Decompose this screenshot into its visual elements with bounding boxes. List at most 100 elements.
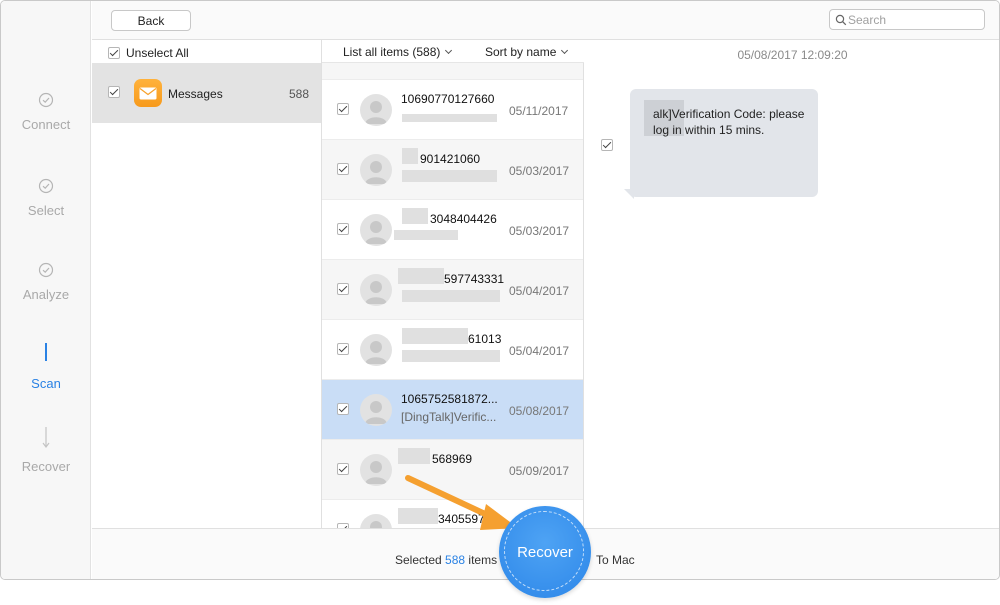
search-input[interactable]	[848, 12, 978, 27]
blurred-text	[402, 290, 500, 302]
blurred-text	[402, 328, 468, 344]
item-checkbox[interactable]	[337, 343, 349, 355]
blurred-text	[402, 350, 500, 362]
item-checkbox[interactable]	[337, 463, 349, 475]
step-label: Connect	[21, 117, 71, 132]
item-title: 1065752581872...	[401, 392, 498, 406]
filter-dropdown[interactable]: List all items (588)	[343, 45, 453, 59]
avatar	[360, 454, 392, 486]
person-icon	[365, 401, 387, 424]
check-circle-icon	[38, 178, 54, 194]
category-count: 588	[288, 87, 309, 101]
avatar	[360, 334, 392, 366]
selected-summary: Selected 588 items	[395, 553, 497, 567]
person-icon	[365, 461, 387, 484]
unselect-all[interactable]: Unselect All	[108, 45, 189, 61]
person-icon	[365, 161, 387, 184]
list-item-partial	[322, 63, 583, 80]
recover-button[interactable]: Recover	[499, 506, 591, 598]
item-subtitle: [DingTalk]Verific...	[401, 410, 497, 424]
list-item[interactable]: 901421060 05/03/2017	[322, 140, 583, 200]
item-date: 05/03/2017	[509, 224, 570, 238]
item-checkbox[interactable]	[337, 283, 349, 295]
step-label: Analyze	[22, 287, 70, 302]
sort-label: Sort by name	[485, 45, 557, 59]
message-text: alk]Verification Code: please log in wit…	[653, 107, 805, 137]
step-label: Recover	[21, 459, 71, 474]
blurred-text	[394, 230, 458, 240]
item-title: 568969	[432, 452, 473, 466]
blurred-text	[402, 208, 428, 224]
item-date: 05/03/2017	[509, 164, 570, 178]
avatar	[360, 94, 392, 126]
arrow-down-icon	[42, 427, 50, 448]
avatar	[360, 394, 392, 426]
check-circle-icon	[38, 92, 54, 108]
category-label: Messages	[168, 87, 223, 101]
person-icon	[365, 281, 387, 304]
chevron-down-icon	[561, 46, 569, 55]
list-item[interactable]: 10690770127660 05/11/2017	[322, 80, 583, 140]
sort-dropdown[interactable]: Sort by name	[485, 45, 569, 59]
item-title: 61013	[468, 332, 502, 346]
step-scan: Scan	[1, 343, 91, 391]
item-title: 901421060	[420, 152, 481, 166]
list-header: List all items (588) Sort by name	[322, 40, 584, 63]
avatar	[360, 274, 392, 306]
category-checkbox[interactable]	[108, 86, 120, 98]
item-date: 05/08/2017	[509, 404, 570, 418]
message-timestamp: 05/08/2017 12:09:20	[737, 48, 848, 62]
message-list[interactable]: 10690770127660 05/11/2017 901421060 05/0…	[322, 63, 584, 528]
item-date: 05/04/2017	[509, 284, 570, 298]
item-title: 3048404426	[430, 212, 497, 226]
avatar	[360, 514, 392, 528]
item-date: 05/11/2017	[509, 104, 569, 118]
to-mac-label: To Mac	[596, 553, 635, 567]
step-select: Select	[1, 178, 91, 218]
steps-sidebar: Connect Select Analyze Scan Recover	[1, 1, 91, 579]
avatar	[360, 154, 392, 186]
item-checkbox[interactable]	[337, 103, 349, 115]
person-icon	[365, 341, 387, 364]
item-title: 10690770127660	[401, 92, 495, 106]
search-icon	[835, 14, 847, 26]
category-messages[interactable]: Messages 588	[92, 63, 321, 123]
step-label: Select	[27, 203, 65, 218]
envelope-icon	[134, 79, 162, 107]
toolbar: Back	[92, 1, 999, 40]
person-icon	[370, 521, 382, 528]
recover-label: Recover	[517, 543, 573, 561]
person-icon	[365, 221, 387, 244]
list-item-selected[interactable]: 1065752581872... [DingTalk]Verific... 05…	[322, 380, 583, 440]
step-label: Scan	[31, 376, 61, 391]
step-analyze: Analyze	[1, 262, 91, 302]
category-panel: Unselect All Messages 588	[92, 40, 322, 528]
step-recover: Recover	[1, 427, 91, 474]
item-checkbox[interactable]	[337, 223, 349, 235]
item-title: 597743331	[444, 272, 504, 286]
blurred-text	[402, 114, 497, 122]
message-checkbox[interactable]	[601, 139, 613, 151]
progress-line-icon	[45, 343, 47, 361]
chevron-down-icon	[445, 46, 453, 55]
search-box[interactable]	[829, 9, 985, 30]
list-item[interactable]: 597743331 05/04/2017	[322, 260, 583, 320]
step-connect: Connect	[1, 92, 91, 132]
item-checkbox[interactable]	[337, 403, 349, 415]
selected-count: 588	[445, 553, 466, 567]
message-bubble: alk]Verification Code: please log in wit…	[624, 89, 818, 199]
blurred-text	[402, 148, 418, 164]
item-checkbox[interactable]	[337, 163, 349, 175]
back-button[interactable]: Back	[111, 10, 191, 31]
unselect-all-checkbox[interactable]	[108, 47, 120, 59]
filter-label: List all items (588)	[343, 45, 441, 59]
check-circle-icon	[38, 262, 54, 278]
blurred-text	[402, 170, 497, 182]
avatar	[360, 214, 392, 246]
person-icon	[365, 101, 387, 124]
blurred-text	[398, 448, 430, 464]
list-item[interactable]: 3048404426 05/03/2017	[322, 200, 583, 260]
blurred-text	[398, 268, 444, 284]
list-item[interactable]: 61013 05/04/2017	[322, 320, 583, 380]
selected-suffix: items	[468, 553, 498, 567]
